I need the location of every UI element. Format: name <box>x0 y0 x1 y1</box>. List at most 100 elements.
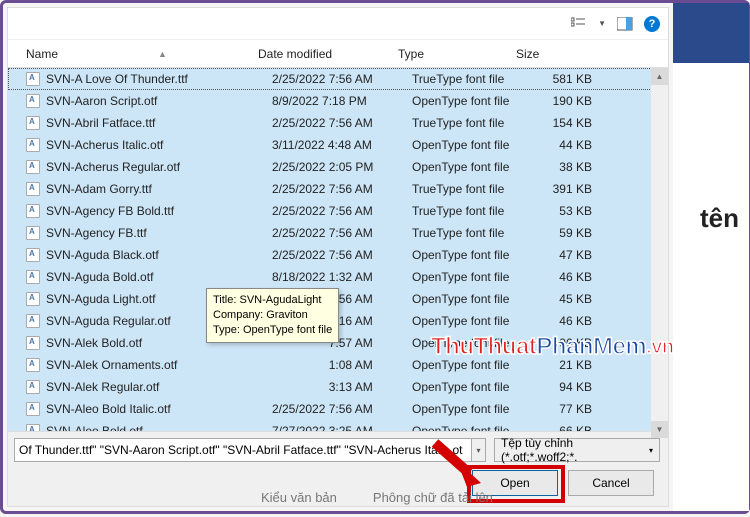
file-size: 46 KB <box>530 270 604 284</box>
file-date: 2/25/2022 2:05 PM <box>272 160 412 174</box>
sort-asc-icon: ▲ <box>158 49 167 59</box>
table-row[interactable]: SVN-Acherus Italic.otf3/11/2022 4:48 AMO… <box>8 134 668 156</box>
file-list[interactable]: SVN-A Love Of Thunder.ttf2/25/2022 7:56 … <box>8 68 668 431</box>
table-row[interactable]: SVN-Agency FB.ttf2/25/2022 7:56 AMTrueTy… <box>8 222 668 244</box>
file-type: OpenType font file <box>412 270 530 284</box>
filetype-filter[interactable]: Tệp tùy chỉnh (*.otf;*.woff2;*. ▾ <box>494 438 660 462</box>
file-type: OpenType font file <box>412 138 530 152</box>
file-size: 59 KB <box>530 226 604 240</box>
file-type: OpenType font file <box>412 292 530 306</box>
file-name: SVN-Abril Fatface.ttf <box>46 116 272 130</box>
font-file-icon <box>26 94 40 108</box>
scroll-down-icon[interactable]: ▼ <box>651 421 668 438</box>
file-name: SVN-Acherus Italic.otf <box>46 138 272 152</box>
table-row[interactable]: SVN-Agency FB Bold.ttf2/25/2022 7:56 AMT… <box>8 200 668 222</box>
file-date: 2/25/2022 7:56 AM <box>272 402 412 416</box>
table-row[interactable]: SVN-Aguda Black.otf2/25/2022 7:56 AMOpen… <box>8 244 668 266</box>
table-row[interactable]: SVN-Aguda Bold.otf8/18/2022 1:32 AMOpenT… <box>8 266 668 288</box>
file-size: 53 KB <box>530 204 604 218</box>
col-name-header[interactable]: Name <box>26 47 58 61</box>
file-date: 2/25/2022 7:56 AM <box>272 116 412 130</box>
file-name: SVN-Agency FB.ttf <box>46 226 272 240</box>
watermark-part-2: PhanMem <box>536 333 646 361</box>
filename-value: Of Thunder.ttf" "SVN-Aaron Script.otf" "… <box>19 443 463 457</box>
file-date: 7/27/2022 3:25 AM <box>272 424 412 431</box>
table-row[interactable]: SVN-Abril Fatface.ttf2/25/2022 7:56 AMTr… <box>8 112 668 134</box>
file-date: 8/18/2022 1:32 AM <box>272 270 412 284</box>
cancel-button[interactable]: Cancel <box>568 470 654 496</box>
background-text: tên <box>700 203 739 234</box>
file-size: 47 KB <box>530 248 604 262</box>
file-size: 581 KB <box>530 72 604 86</box>
file-type: TrueType font file <box>412 72 530 86</box>
file-size: 38 KB <box>530 160 604 174</box>
vertical-scrollbar[interactable]: ▲ ▼ <box>651 68 668 438</box>
font-file-icon <box>26 116 40 130</box>
tooltip-company: Company: Graviton <box>213 308 332 323</box>
file-size: 391 KB <box>530 182 604 196</box>
table-row[interactable]: SVN-Adam Gorry.ttf2/25/2022 7:56 AMTrueT… <box>8 178 668 200</box>
tooltip-type: Type: OpenType font file <box>213 323 332 338</box>
font-file-icon <box>26 182 40 196</box>
font-file-icon <box>26 402 40 416</box>
font-file-icon <box>26 226 40 240</box>
file-type: OpenType font file <box>412 94 530 108</box>
file-type: OpenType font file <box>412 160 530 174</box>
watermark-part-3: .vn <box>646 336 673 361</box>
file-type: OpenType font file <box>412 314 530 328</box>
file-name: SVN-Aleo Bold Italic.otf <box>46 402 272 416</box>
font-file-icon <box>26 380 40 394</box>
tooltip-title: Title: SVN-AgudaLight <box>213 293 332 308</box>
file-name: SVN-A Love Of Thunder.ttf <box>46 72 272 86</box>
file-type: TrueType font file <box>412 116 530 130</box>
column-headers[interactable]: Name ▲ Date modified Type Size <box>8 40 668 68</box>
open-button-label: Open <box>500 476 529 490</box>
file-size: 44 KB <box>530 138 604 152</box>
file-date: 8/9/2022 7:18 PM <box>272 94 412 108</box>
file-type: OpenType font file <box>412 402 530 416</box>
file-size: 77 KB <box>530 402 604 416</box>
file-tooltip: Title: SVN-AgudaLight Company: Graviton … <box>206 288 339 343</box>
help-icon[interactable]: ? <box>644 16 660 32</box>
font-file-icon <box>26 248 40 262</box>
watermark: ThuThuat PhanMem .vn <box>431 333 674 361</box>
table-row[interactable]: SVN-A Love Of Thunder.ttf2/25/2022 7:56 … <box>8 68 668 90</box>
file-date: 2/25/2022 7:56 AM <box>272 72 412 86</box>
file-size: 46 KB <box>530 314 604 328</box>
chevron-down-icon: ▾ <box>649 446 653 455</box>
col-type-header[interactable]: Type <box>398 47 516 61</box>
file-type: OpenType font file <box>412 424 530 431</box>
file-name: SVN-Alek Ornaments.otf <box>46 358 272 372</box>
file-name: SVN-Aaron Script.otf <box>46 94 272 108</box>
table-row[interactable]: SVN-Alek Regular.otf2/25/2022 3:13 AMOpe… <box>8 376 668 398</box>
filter-label: Tệp tùy chỉnh (*.otf;*.woff2;*. <box>501 436 649 464</box>
file-name: SVN-Agency FB Bold.ttf <box>46 204 272 218</box>
scroll-up-icon[interactable]: ▲ <box>651 68 668 85</box>
dropdown-caret-icon[interactable]: ▼ <box>598 19 606 28</box>
file-date: 3/11/2022 4:48 AM <box>272 138 412 152</box>
filename-input[interactable]: Of Thunder.ttf" "SVN-Aaron Script.otf" "… <box>14 438 472 462</box>
file-name: SVN-Acherus Regular.otf <box>46 160 272 174</box>
file-size: 66 KB <box>530 424 604 431</box>
file-date: 2/25/2022 7:56 AM <box>272 226 412 240</box>
table-row[interactable]: SVN-Acherus Regular.otf2/25/2022 2:05 PM… <box>8 156 668 178</box>
file-date: 2/25/2022 7:56 AM <box>272 204 412 218</box>
file-name: SVN-Aleo Bold.otf <box>46 424 272 431</box>
file-name: SVN-Adam Gorry.ttf <box>46 182 272 196</box>
file-size: 190 KB <box>530 94 604 108</box>
preview-pane-icon[interactable] <box>614 13 636 35</box>
file-date: 2/25/2022 7:56 AM <box>272 182 412 196</box>
font-file-icon <box>26 336 40 350</box>
col-size-header[interactable]: Size <box>516 47 596 61</box>
font-file-icon <box>26 138 40 152</box>
col-date-header[interactable]: Date modified <box>258 47 398 61</box>
file-date: 2/25/2022 7:56 AM <box>272 248 412 262</box>
file-date: 2/25/2022 1:08 AM <box>272 358 412 372</box>
table-row[interactable]: SVN-Aleo Bold.otf7/27/2022 3:25 AMOpenTy… <box>8 420 668 431</box>
table-row[interactable]: SVN-Aaron Script.otf8/9/2022 7:18 PMOpen… <box>8 90 668 112</box>
bg-tab-uploaded-fonts: Phông chữ đã tải lên <box>373 490 493 505</box>
table-row[interactable]: SVN-Aleo Bold Italic.otf2/25/2022 7:56 A… <box>8 398 668 420</box>
filename-dropdown-icon[interactable]: ▾ <box>472 438 486 462</box>
file-type: TrueType font file <box>412 204 530 218</box>
view-layout-icon[interactable] <box>568 13 590 35</box>
